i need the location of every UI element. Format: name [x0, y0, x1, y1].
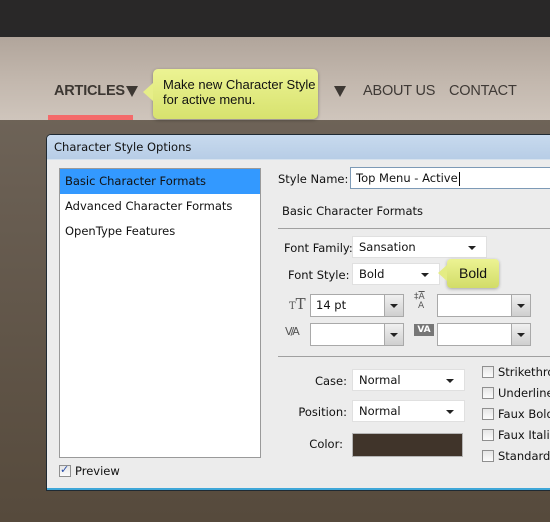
faux-italic-label: Faux Italic [498, 428, 550, 442]
color-label: Color: [309, 437, 343, 451]
chevron-down-icon [421, 273, 429, 277]
chevron-down-icon [446, 379, 454, 383]
strikethrough-checkbox-row[interactable]: Strikethro [482, 365, 550, 379]
font-family-label: Font Family: [284, 241, 353, 255]
text-caret [458, 171, 460, 186]
character-style-options-dialog: Character Style Options Basic Character … [46, 134, 550, 491]
position-label: Position: [298, 405, 347, 419]
font-size-combo[interactable]: 14 pt [310, 294, 404, 317]
font-style-label: Font Style: [288, 268, 350, 282]
position-value: Normal [359, 404, 401, 418]
tracking-dropdown-button[interactable] [511, 324, 530, 345]
leading-dropdown-button[interactable] [511, 295, 530, 316]
standard-label: Standard [498, 449, 550, 463]
annotation-callout-character-style: Make new Character Style for active menu… [143, 69, 318, 119]
strikethrough-label: Strikethro [498, 365, 550, 379]
nav-item-articles[interactable]: ARTICLES [54, 83, 125, 99]
faux-bold-label: Faux Bold [498, 407, 550, 421]
preview-checkbox[interactable] [59, 463, 71, 477]
callout-line-2: for active menu. [163, 92, 256, 107]
standard-checkbox[interactable] [482, 450, 494, 462]
tracking-icon: VA [414, 324, 434, 336]
case-select[interactable]: Normal [352, 369, 465, 391]
font-family-value: Sansation [359, 240, 416, 254]
case-label: Case: [314, 374, 347, 388]
preview-checkbox-row[interactable]: Preview [59, 463, 120, 478]
kerning-icon: V/A [285, 325, 300, 338]
chevron-down-icon [446, 410, 454, 414]
font-style-select[interactable]: Bold [352, 263, 440, 285]
nav-item-contact[interactable]: CONTACT [449, 83, 517, 99]
font-style-value: Bold [359, 267, 385, 281]
site-top-bar [0, 0, 550, 37]
faux-bold-checkbox-row[interactable]: Faux Bold [482, 407, 550, 421]
section-basic-character-formats[interactable]: Basic Character Formats [60, 169, 260, 194]
section-divider-bottom [278, 356, 550, 357]
section-divider-top [278, 228, 550, 229]
position-select[interactable]: Normal [352, 400, 465, 422]
callout-line-1: Make new Character Style [163, 77, 316, 92]
section-advanced-character-formats[interactable]: Advanced Character Formats [60, 194, 260, 219]
kerning-combo[interactable] [310, 323, 404, 346]
font-family-select[interactable]: Sansation [352, 236, 487, 258]
faux-italic-checkbox[interactable] [482, 429, 494, 441]
nav-item-about-us[interactable]: ABOUT US [363, 83, 435, 99]
tracking-combo[interactable] [437, 323, 531, 346]
dialog-title[interactable]: Character Style Options [47, 135, 550, 160]
section-list: Basic Character Formats Advanced Charact… [59, 168, 261, 458]
color-swatch[interactable] [352, 433, 463, 457]
chevron-down-icon [468, 246, 476, 250]
active-menu-indicator [48, 115, 133, 120]
section-opentype-features[interactable]: OpenType Features [60, 219, 260, 244]
strikethrough-checkbox[interactable] [482, 366, 494, 378]
hidden-menu-dropdown-arrow-icon[interactable] [334, 86, 346, 97]
font-size-dropdown-button[interactable] [384, 295, 403, 316]
faux-bold-checkbox[interactable] [482, 408, 494, 420]
leading-combo[interactable] [437, 294, 531, 317]
case-value: Normal [359, 373, 401, 387]
standard-checkbox-row[interactable]: Standard [482, 449, 550, 463]
style-name-label: Style Name: [278, 172, 349, 186]
preview-label: Preview [75, 464, 120, 478]
kerning-dropdown-button[interactable] [384, 324, 403, 345]
underline-checkbox-row[interactable]: Underline [482, 386, 550, 400]
style-name-input[interactable]: Top Menu - Active [350, 167, 550, 189]
font-size-icon: TT [289, 295, 306, 313]
leading-icon: ‡A A [414, 292, 425, 311]
style-name-value: Top Menu - Active [356, 171, 458, 185]
section-heading: Basic Character Formats [282, 204, 424, 218]
underline-checkbox[interactable] [482, 387, 494, 399]
annotation-callout-bold: Bold [438, 259, 499, 288]
underline-label: Underline [498, 386, 550, 400]
articles-dropdown-arrow-icon[interactable] [126, 86, 138, 97]
faux-italic-checkbox-row[interactable]: Faux Italic [482, 428, 550, 442]
font-size-value: 14 pt [316, 298, 347, 312]
